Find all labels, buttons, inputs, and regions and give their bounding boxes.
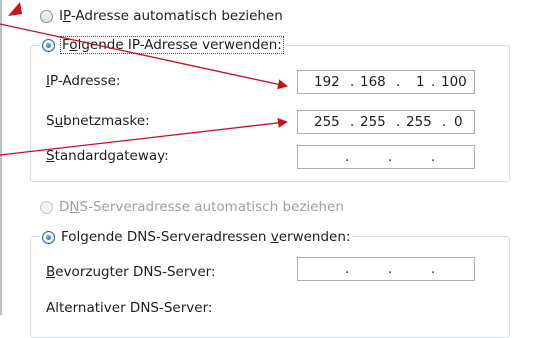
subnet-mask-input[interactable]: 255 . 255 . 255 . 0 <box>297 110 475 134</box>
ip-dot-2: . <box>396 74 401 90</box>
gw-dot-3: . <box>431 149 436 165</box>
mask-dot-1: . <box>350 114 355 130</box>
gw-dot-1: . <box>345 149 350 165</box>
dns-manual-label: Folgende DNS-Serveradressen verwenden: <box>61 229 351 245</box>
ip-octet-1: 192 <box>314 74 340 90</box>
dns-auto-option[interactable]: DNS-Serveradresse automatisch beziehen <box>40 199 344 215</box>
ip-auto-option[interactable]: IP-Adresse automatisch beziehen <box>40 8 283 24</box>
ip-address-input[interactable]: 192 . 168 . 1 . 100 <box>297 70 475 94</box>
window-left-edge <box>0 0 2 315</box>
ip-auto-label: IP-Adresse automatisch beziehen <box>59 8 283 24</box>
ip-auto-radio[interactable] <box>40 9 53 23</box>
mask-octet-4: 0 <box>454 114 463 130</box>
default-gateway-label: Standardgateway: <box>46 148 169 164</box>
preferred-dns-label: Bevorzugter DNS-Server: <box>46 264 216 280</box>
ip-address-label: IP-Adresse: <box>46 73 121 89</box>
dns-manual-radio[interactable] <box>42 230 55 244</box>
mask-octet-3: 255 <box>406 114 432 130</box>
mask-octet-2: 255 <box>360 114 386 130</box>
pdns-dot-1: . <box>345 261 350 277</box>
alternate-dns-label: Alternativer DNS-Server: <box>46 300 213 316</box>
dns-auto-radio[interactable] <box>40 200 53 214</box>
preferred-dns-input[interactable]: . . . <box>297 257 475 281</box>
dns-manual-option[interactable]: Folgende DNS-Serveradressen verwenden: <box>40 229 354 245</box>
ip-dot-3: . <box>431 74 436 90</box>
ip-manual-radio[interactable] <box>42 38 55 52</box>
arrow-to-ip-auto <box>8 2 22 16</box>
dns-auto-label: DNS-Serveradresse automatisch beziehen <box>59 199 344 215</box>
ip-dot-1: . <box>350 74 355 90</box>
ip-octet-3: 1 <box>416 74 425 90</box>
gw-dot-2: . <box>388 149 393 165</box>
ip-octet-2: 168 <box>360 74 386 90</box>
ip-octet-4: 100 <box>441 74 467 90</box>
subnet-mask-label: Subnetzmaske: <box>46 113 150 129</box>
mask-dot-2: . <box>396 114 401 130</box>
ip-manual-label: Folgende IP-Adresse verwenden: <box>60 36 284 54</box>
pdns-dot-2: . <box>388 261 393 277</box>
default-gateway-input[interactable]: . . . <box>297 145 475 169</box>
ip-manual-option[interactable]: Folgende IP-Adresse verwenden: <box>40 36 286 54</box>
dns-manual-group <box>30 236 510 338</box>
mask-octet-1: 255 <box>314 114 340 130</box>
pdns-dot-3: . <box>431 261 436 277</box>
mask-dot-3: . <box>442 114 447 130</box>
